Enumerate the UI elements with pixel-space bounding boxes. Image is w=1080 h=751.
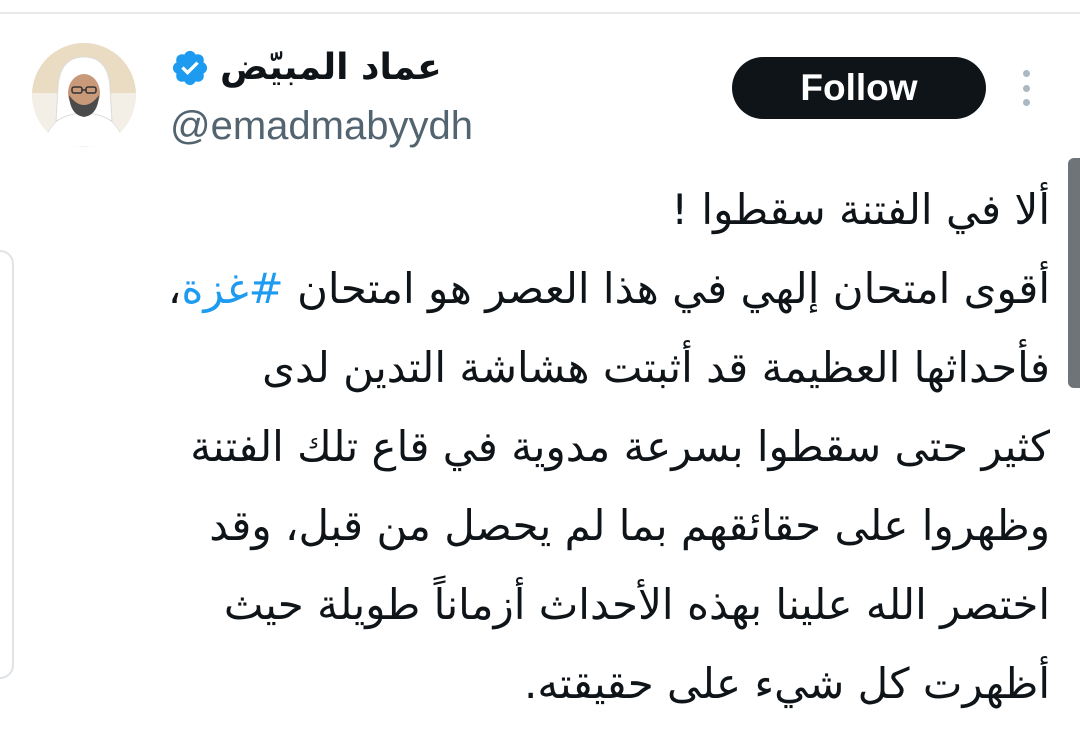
tweet-text-segment: ، <box>167 264 182 313</box>
verified-badge-icon <box>170 48 210 88</box>
profile-photo-icon <box>32 43 136 147</box>
author-display-name[interactable]: عماد المبيّض <box>220 41 442 95</box>
tweet-line: فأحداثها العظيمة قد أثبتت هشاشة التدين ل… <box>262 343 1050 392</box>
tweet-line: كثير حتى سقطوا بسرعة مدوية في قاع تلك ال… <box>190 422 1050 471</box>
tweet-line: ألا في الفتنة سقطوا ! <box>671 185 1050 234</box>
tweet-line: أظهرت كل شيء على حقيقته. <box>524 659 1050 708</box>
hashtag-link[interactable]: #غزة <box>181 264 283 313</box>
top-divider <box>0 12 1080 14</box>
vertical-ellipsis-icon[interactable] <box>1017 68 1035 108</box>
author-name-row[interactable]: عماد المبيّض <box>170 41 442 95</box>
tweet-line: اختصر الله علينا بهذه الأحداث أزماناً طو… <box>223 580 1050 629</box>
tweet-line: وظهروا على حقائقهم بما لم يحصل من قبل، و… <box>209 501 1050 550</box>
follow-button[interactable]: Follow <box>732 57 986 119</box>
tweet-text-segment: أقوى امتحان إلهي في هذا العصر هو امتحان <box>283 264 1050 313</box>
author-handle[interactable]: @emadmabyydh <box>170 99 473 153</box>
tweet-line: أقوى امتحان إلهي في هذا العصر هو امتحان … <box>60 249 1050 328</box>
tweet-text: ألا في الفتنة سقطوا ! أقوى امتحان إلهي ف… <box>60 170 1050 723</box>
avatar[interactable] <box>32 43 136 147</box>
scrollbar-thumb[interactable] <box>1068 158 1080 388</box>
adjacent-card-edge <box>0 250 14 679</box>
